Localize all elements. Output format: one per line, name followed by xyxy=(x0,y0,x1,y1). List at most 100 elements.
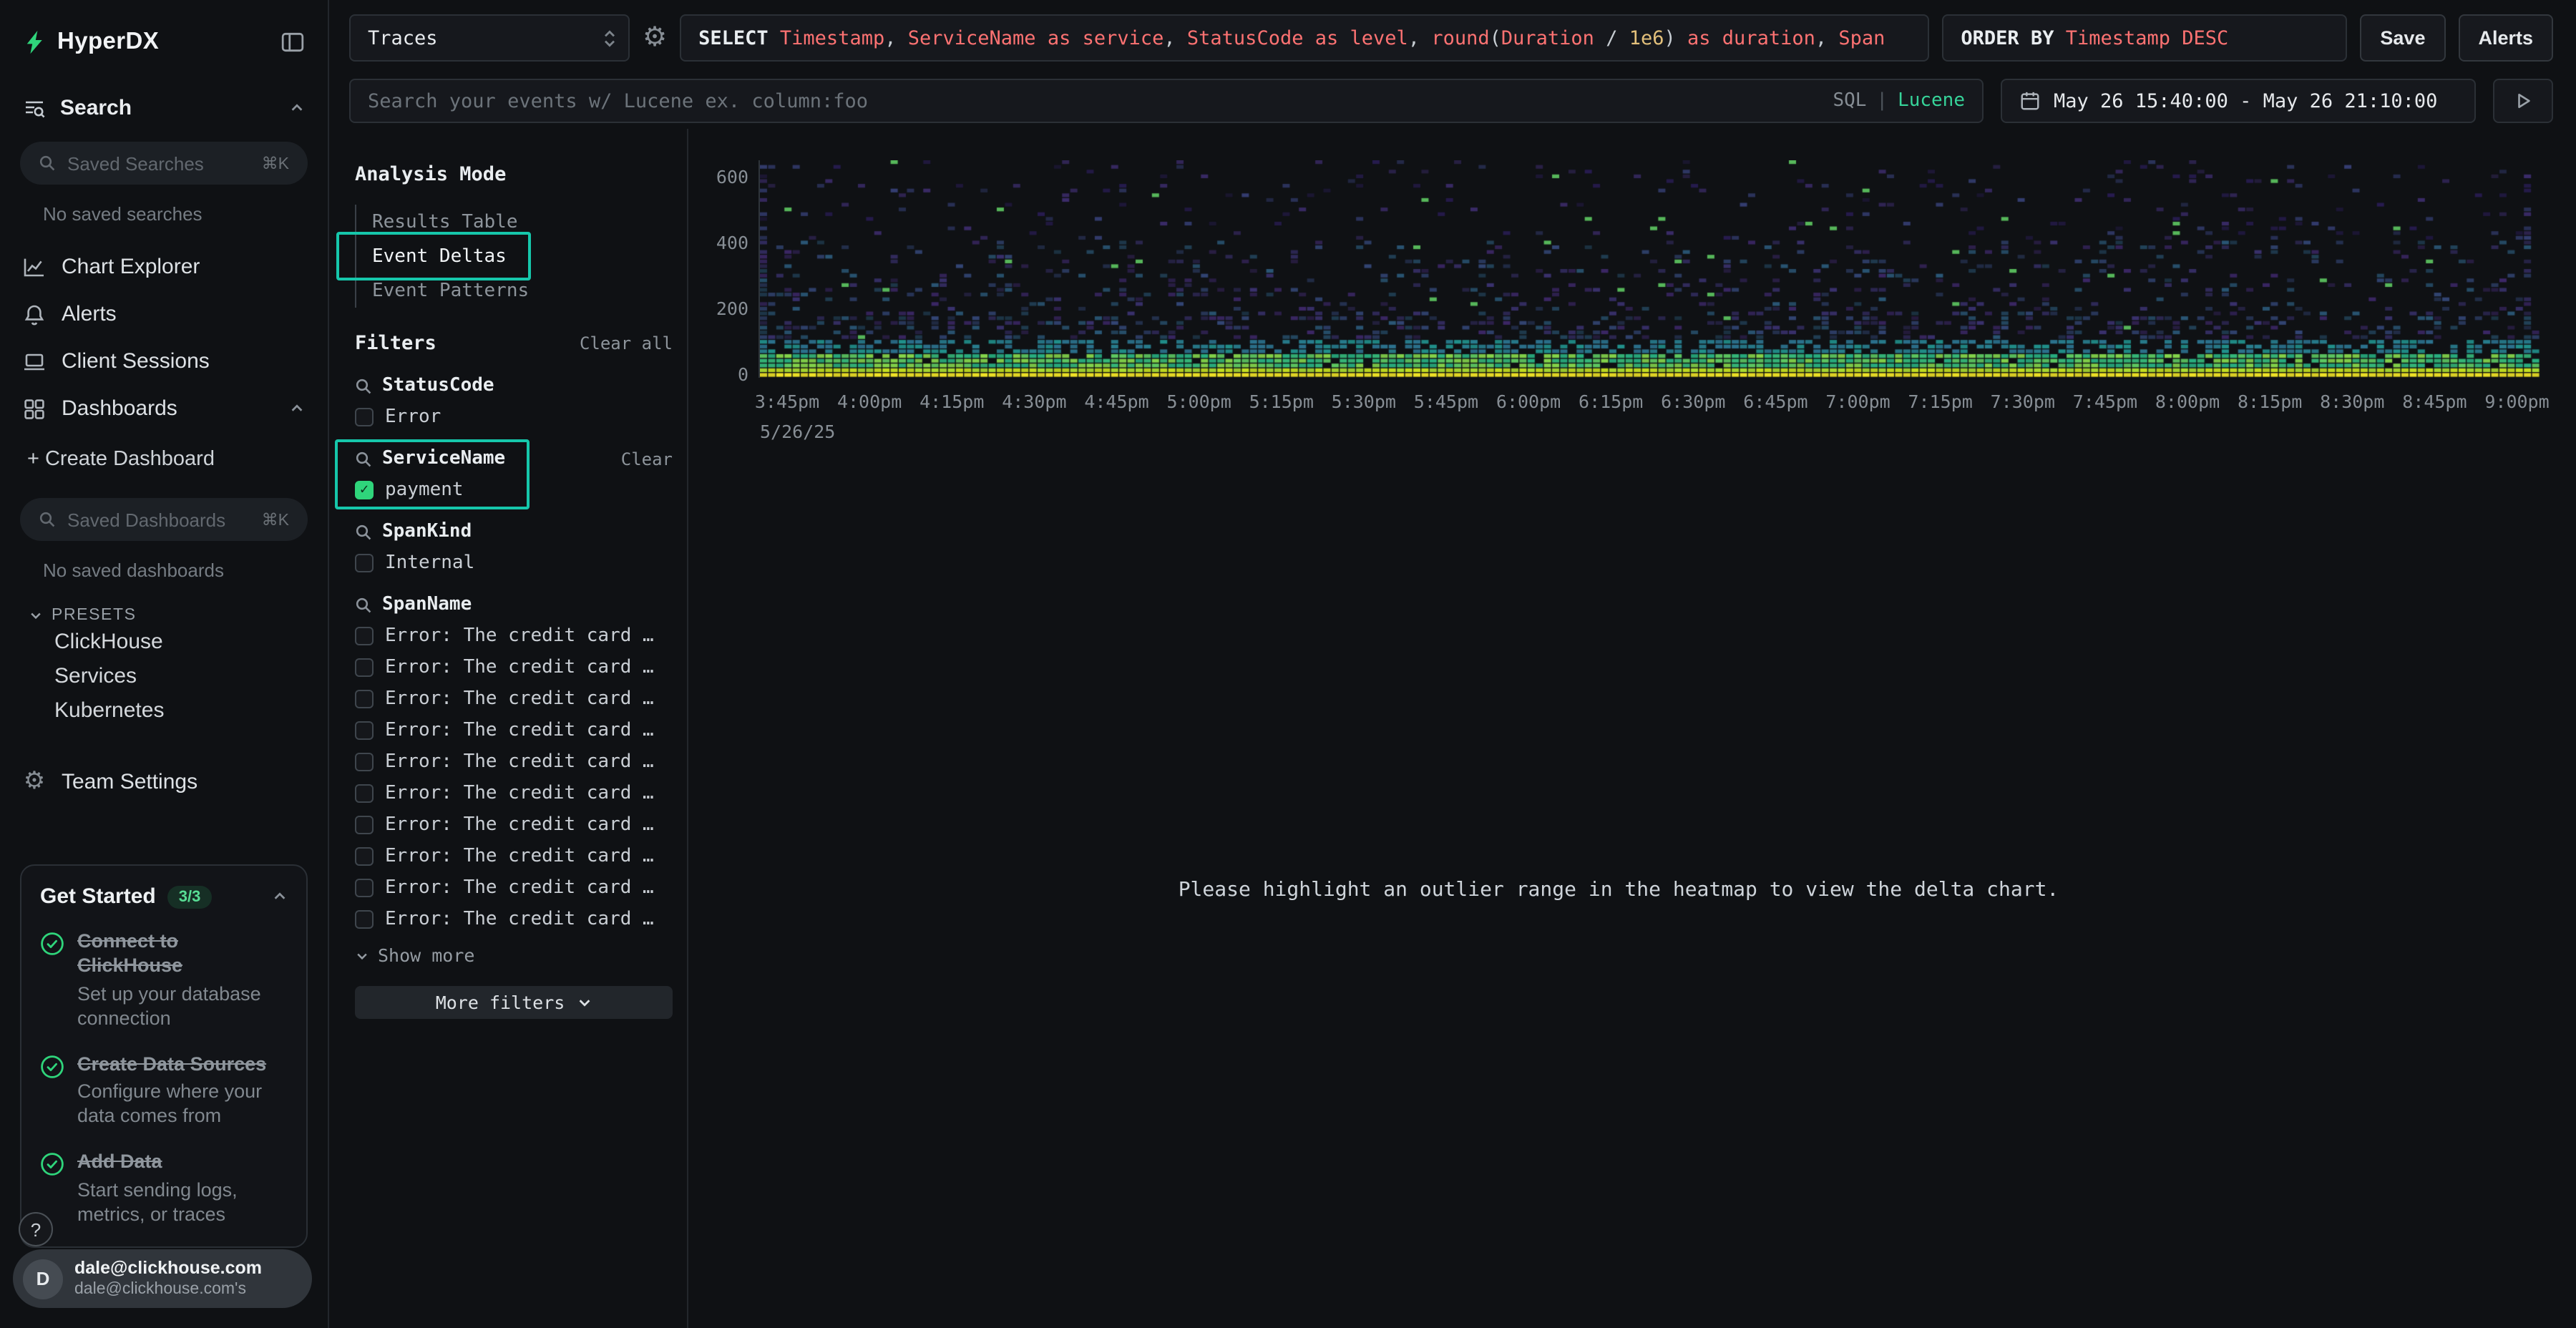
sidebar-item-team-settings[interactable]: ⚙ Team Settings xyxy=(0,758,328,806)
create-dashboard-button[interactable]: + Create Dashboard xyxy=(27,442,305,477)
x-tick-label: 4:00pm xyxy=(837,391,902,412)
filter-option-error-the-credit-card[interactable]: Error: The credit card … xyxy=(355,877,673,899)
sidebar-item-alerts[interactable]: Alerts xyxy=(0,290,328,338)
sql-mode-toggle[interactable]: SQL xyxy=(1833,90,1866,112)
filter-option-label: Error: The credit card … xyxy=(385,688,654,710)
filter-option-error-the-credit-card[interactable]: Error: The credit card … xyxy=(355,625,673,647)
checkbox[interactable] xyxy=(355,847,374,866)
checkbox[interactable] xyxy=(355,816,374,834)
source-settings-gear-icon[interactable]: ⚙ xyxy=(643,24,667,52)
x-tick-label: 5:30pm xyxy=(1332,391,1396,412)
saved-dashboards-input[interactable]: Saved Dashboards ⌘K xyxy=(20,498,308,541)
help-button[interactable]: ? xyxy=(19,1212,53,1246)
checklist-item-create-data-sources[interactable]: Create Data SourcesConfigure where your … xyxy=(40,1053,288,1129)
clear-all-filters-button[interactable]: Clear all xyxy=(580,333,673,353)
more-filters-button[interactable]: More filters xyxy=(355,986,673,1019)
y-tick-label: 600 xyxy=(690,166,748,187)
preset-item-kubernetes[interactable]: Kubernetes xyxy=(0,693,328,727)
y-tick-label: 0 xyxy=(690,363,748,385)
x-tick-label: 6:45pm xyxy=(1743,391,1807,412)
filter-option-error-the-credit-card[interactable]: Error: The credit card … xyxy=(355,751,673,773)
preset-item-clickhouse[interactable]: ClickHouse xyxy=(0,624,328,658)
alerts-button[interactable]: Alerts xyxy=(2458,14,2553,62)
time-range-picker[interactable]: May 26 15:40:00 - May 26 21:10:00 xyxy=(2001,79,2476,123)
checkbox[interactable] xyxy=(355,784,374,803)
analysis-mode-option-event-patterns[interactable]: Event Patterns xyxy=(356,273,673,308)
lucene-search-input[interactable]: Search your events w/ Lucene ex. column:… xyxy=(349,79,1984,123)
filter-option-error-the-credit-card[interactable]: Error: The credit card … xyxy=(355,657,673,678)
filters-header: Filters Clear all xyxy=(355,332,673,355)
facet-header-statuscode[interactable]: StatusCode xyxy=(355,375,673,396)
presets-toggle[interactable]: PRESETS xyxy=(29,607,305,624)
x-tick-label: 7:00pm xyxy=(1825,391,1890,412)
facet-clear-button[interactable]: Clear xyxy=(621,449,673,469)
sidebar-item-client-sessions[interactable]: Client Sessions xyxy=(0,338,328,385)
lucene-mode-toggle[interactable]: Lucene xyxy=(1898,90,1965,112)
sidebar-item-chart-explorer[interactable]: Chart Explorer xyxy=(0,243,328,290)
checkbox[interactable] xyxy=(355,690,374,708)
checkbox[interactable] xyxy=(355,408,374,426)
saved-searches-input[interactable]: Saved Searches ⌘K xyxy=(20,142,308,185)
topbar-row-1: Traces ⚙ SELECT Timestamp, ServiceName a… xyxy=(349,14,2553,62)
checkbox[interactable] xyxy=(355,910,374,929)
filter-option-error-the-credit-card[interactable]: Error: The credit card … xyxy=(355,688,673,710)
checklist-item-title: Connect to ClickHouse xyxy=(77,930,288,979)
get-started-header[interactable]: Get Started 3/3 xyxy=(40,884,288,909)
source-select[interactable]: Traces xyxy=(349,14,630,62)
filters-label: Filters xyxy=(355,332,436,355)
facet-groups: StatusCodeErrorServiceNamepaymentClearSp… xyxy=(355,375,673,930)
logo-row: HyperDX xyxy=(0,0,328,56)
sidebar-collapse-icon[interactable] xyxy=(280,30,305,54)
sidebar-item-dashboards[interactable]: Dashboards xyxy=(0,385,328,432)
filter-option-error-the-credit-card[interactable]: Error: The credit card … xyxy=(355,909,673,930)
facet-header-spanname[interactable]: SpanName xyxy=(355,594,673,615)
chevron-up-icon xyxy=(272,889,288,904)
run-query-button[interactable] xyxy=(2493,79,2553,123)
checklist-item-connect-to-clickhouse[interactable]: Connect to ClickHouseSet up your databas… xyxy=(40,930,288,1031)
filter-option-error-the-credit-card[interactable]: Error: The credit card … xyxy=(355,846,673,867)
checklist-item-description: Start sending logs, metrics, or traces xyxy=(77,1179,288,1228)
topbar: Traces ⚙ SELECT Timestamp, ServiceName a… xyxy=(331,0,2576,129)
checkbox[interactable] xyxy=(355,721,374,740)
user-menu[interactable]: D dale@clickhouse.com dale@clickhouse.co… xyxy=(13,1249,312,1308)
checklist-item-add-data[interactable]: Add DataStart sending logs, metrics, or … xyxy=(40,1151,288,1227)
checkbox[interactable] xyxy=(355,627,374,645)
analysis-mode-label: Analysis Mode xyxy=(355,163,673,186)
checkbox-checked[interactable] xyxy=(355,481,374,499)
x-tick-label: 8:15pm xyxy=(2238,391,2302,412)
facet-group-statuscode: StatusCode Error xyxy=(355,375,673,428)
order-by-input[interactable]: ORDER BY Timestamp DESC xyxy=(1942,14,2347,62)
show-more-button[interactable]: Show more xyxy=(355,944,673,966)
x-tick-label: 9:00pm xyxy=(2484,391,2549,412)
checkbox[interactable] xyxy=(355,879,374,897)
analysis-mode-option-event-deltas[interactable]: Event Deltas xyxy=(356,239,673,273)
filter-option-payment[interactable]: payment xyxy=(355,479,673,501)
duration-heatmap[interactable]: 5/26/25 60040020003:45pm4:00pm4:15pm4:30… xyxy=(690,129,2576,1328)
chevron-down-icon xyxy=(576,995,592,1010)
main-content: 5/26/25 60040020003:45pm4:00pm4:15pm4:30… xyxy=(690,129,2576,1328)
filter-option-error-the-credit-card[interactable]: Error: The credit card … xyxy=(355,720,673,741)
x-tick-label: 8:00pm xyxy=(2155,391,2220,412)
filter-option-internal[interactable]: Internal xyxy=(355,552,673,574)
play-icon xyxy=(2514,92,2532,110)
filter-option-error-the-credit-card[interactable]: Error: The credit card … xyxy=(355,814,673,836)
analysis-mode-option-results-table[interactable]: Results Table xyxy=(356,205,673,239)
filter-option-error[interactable]: Error xyxy=(355,406,673,428)
x-tick-label: 4:15pm xyxy=(919,391,984,412)
filter-option-error-the-credit-card[interactable]: Error: The credit card … xyxy=(355,783,673,804)
filter-option-label: Error: The credit card … xyxy=(385,814,654,836)
filter-option-label: Error xyxy=(385,406,441,428)
sql-query-input[interactable]: SELECT Timestamp, ServiceName as service… xyxy=(680,14,1929,62)
checkbox[interactable] xyxy=(355,658,374,677)
dashboards-grid-icon xyxy=(23,397,46,420)
checkbox[interactable] xyxy=(355,753,374,771)
sidebar-item-search[interactable]: Search xyxy=(0,96,328,120)
x-tick-label: 7:15pm xyxy=(1908,391,1973,412)
x-tick-label: 5:00pm xyxy=(1166,391,1231,412)
preset-item-services[interactable]: Services xyxy=(0,658,328,693)
checkbox[interactable] xyxy=(355,554,374,572)
save-button[interactable]: Save xyxy=(2360,14,2445,62)
heatmap-canvas[interactable] xyxy=(760,160,2540,378)
filter-option-label: payment xyxy=(385,479,464,501)
facet-header-spankind[interactable]: SpanKind xyxy=(355,521,673,542)
